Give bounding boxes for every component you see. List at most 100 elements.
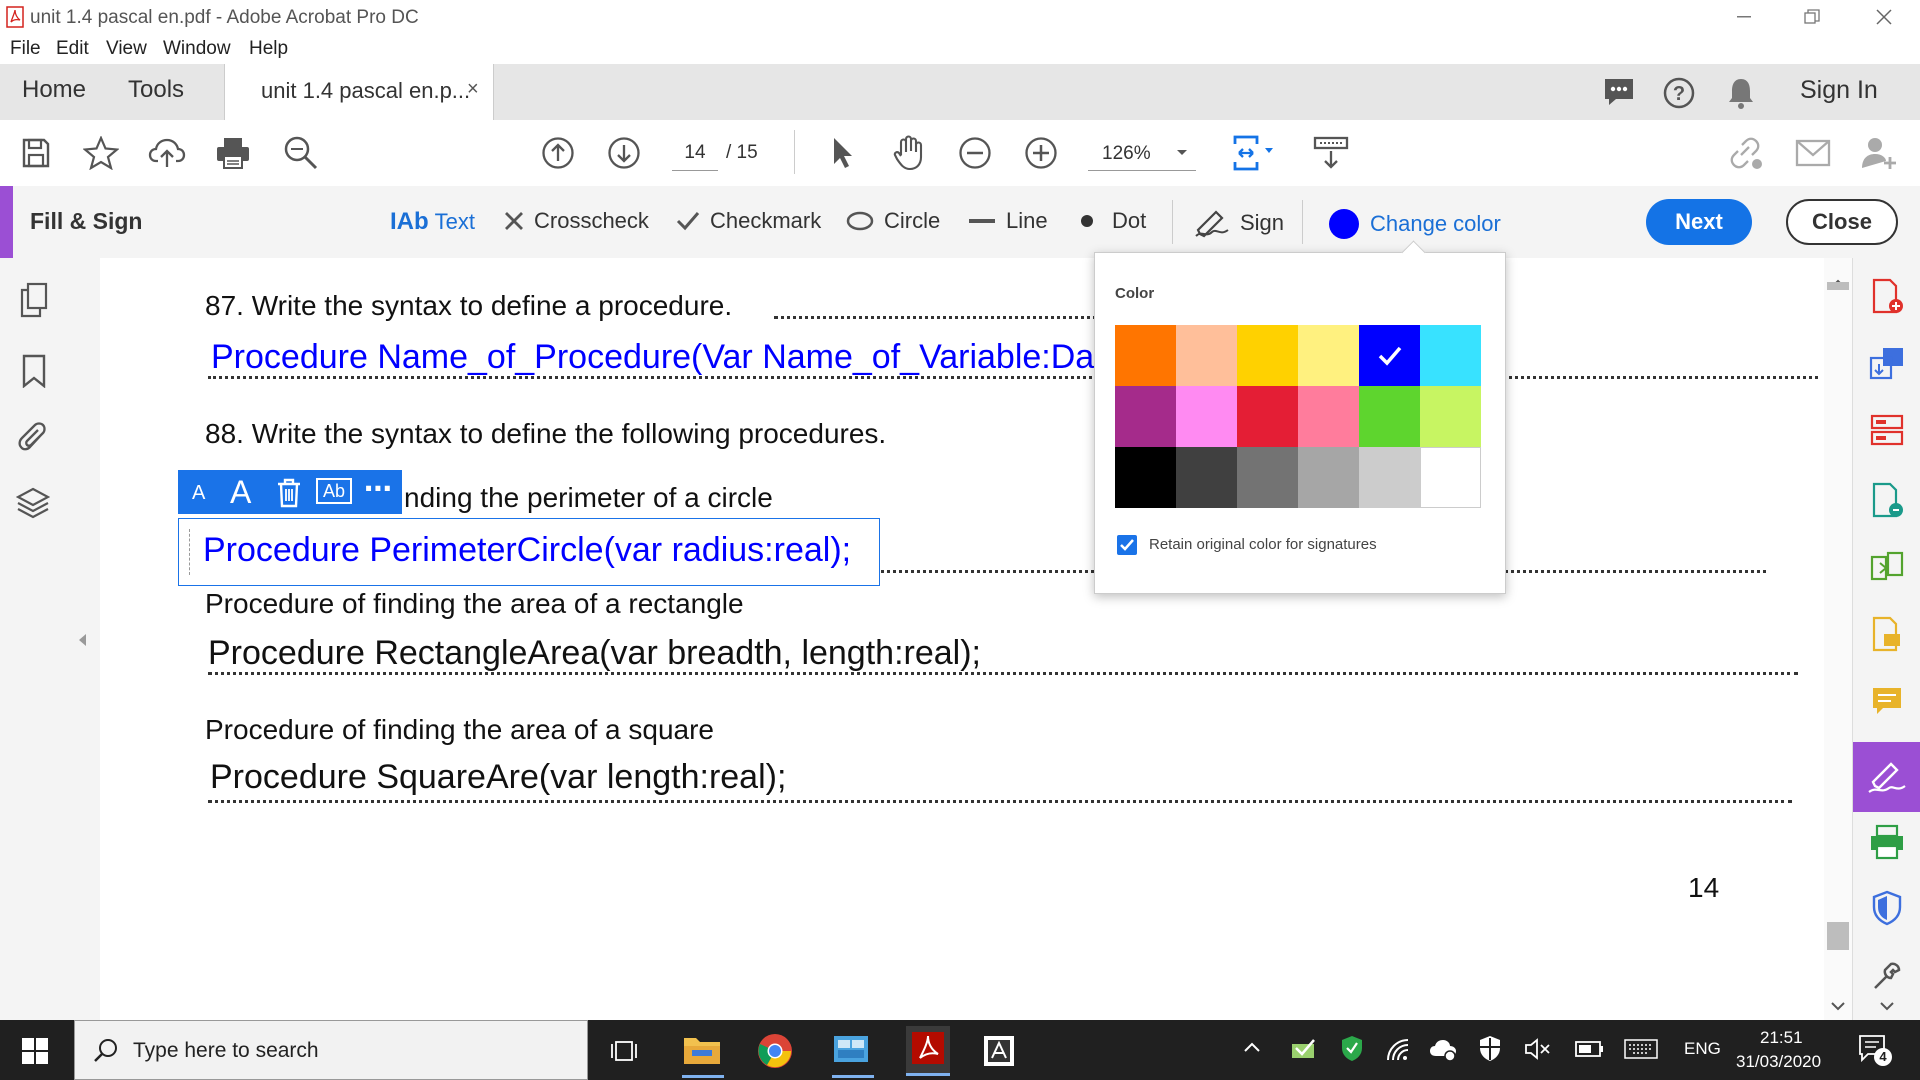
zoom-search-icon[interactable] xyxy=(282,134,320,172)
combine-files-icon[interactable] xyxy=(1867,546,1907,586)
save-icon[interactable] xyxy=(17,134,55,172)
color-swatch[interactable] xyxy=(1298,447,1359,508)
task-view-icon[interactable] xyxy=(610,1038,638,1064)
zoom-out-icon[interactable] xyxy=(956,134,994,172)
collapse-left-panel-icon[interactable] xyxy=(76,632,88,648)
answer-square-text[interactable]: Procedure SquareAre(var length:real); xyxy=(210,758,786,797)
language-indicator[interactable]: ENG xyxy=(1684,1039,1721,1059)
color-swatch[interactable] xyxy=(1237,447,1298,508)
expand-right-panel-icon[interactable] xyxy=(1879,1000,1895,1012)
previous-page-icon[interactable] xyxy=(539,134,577,172)
wifi-icon[interactable] xyxy=(1384,1036,1412,1062)
color-swatch[interactable] xyxy=(1176,325,1237,386)
close-window-button[interactable] xyxy=(1856,0,1912,34)
answer-perimeter-text[interactable]: Procedure PerimeterCircle(var radius:rea… xyxy=(203,531,851,570)
close-tab-button[interactable]: × xyxy=(467,78,479,101)
color-swatch[interactable] xyxy=(1420,386,1481,447)
color-swatch[interactable] xyxy=(1237,386,1298,447)
comment-tool-icon[interactable] xyxy=(1867,614,1907,654)
comment-icon[interactable] xyxy=(1602,76,1636,108)
share-link-icon[interactable] xyxy=(1726,134,1764,172)
export-pdf-icon[interactable] xyxy=(1867,344,1907,384)
fit-page-icon[interactable] xyxy=(1232,134,1280,172)
convert-field-button[interactable]: Ab xyxy=(316,478,352,504)
answer-rectangle-text[interactable]: Procedure RectangleArea(var breadth, len… xyxy=(208,634,981,673)
control-panel-icon[interactable] xyxy=(832,1032,874,1078)
file-explorer-icon[interactable] xyxy=(682,1032,724,1078)
bookmark-star-icon[interactable] xyxy=(82,134,120,172)
menu-view[interactable]: View xyxy=(106,38,147,60)
more-options-button[interactable]: ⋯ xyxy=(364,472,392,505)
add-person-icon[interactable] xyxy=(1860,134,1898,172)
protect-shield-icon[interactable] xyxy=(1867,888,1907,928)
tab-tools[interactable]: Tools xyxy=(128,76,184,104)
checkmark-tool[interactable]: Checkmark xyxy=(676,208,821,234)
notification-bell-icon[interactable] xyxy=(1726,76,1756,110)
answer-87-text[interactable]: Procedure Name_of_Procedure(Var Name_of_… xyxy=(211,338,1162,377)
document-page[interactable]: 87. Write the syntax to define a procedu… xyxy=(100,258,1830,1020)
hand-tool-icon[interactable] xyxy=(890,134,928,172)
tab-home[interactable]: Home xyxy=(22,76,86,104)
clock-time[interactable]: 21:51 xyxy=(1760,1028,1803,1048)
color-swatch[interactable] xyxy=(1115,447,1176,508)
sign-tool[interactable]: Sign xyxy=(1194,208,1284,238)
action-center-icon[interactable]: 4 xyxy=(1858,1034,1892,1066)
change-color-tool[interactable]: Change color xyxy=(1328,208,1501,240)
scroll-down-icon[interactable] xyxy=(1830,1000,1846,1012)
fill-sign-tool-active[interactable] xyxy=(1853,742,1920,812)
menu-help[interactable]: Help xyxy=(249,38,288,60)
keyboard-icon[interactable] xyxy=(1624,1038,1658,1060)
print-production-icon[interactable] xyxy=(1867,822,1907,862)
page-thumbnails-icon[interactable] xyxy=(18,282,50,318)
select-cursor-icon[interactable] xyxy=(824,134,862,172)
crosscheck-tool[interactable]: Crosscheck xyxy=(504,208,649,234)
color-swatch[interactable] xyxy=(1115,386,1176,447)
scroll-mode-icon[interactable] xyxy=(1312,134,1350,172)
color-swatch[interactable] xyxy=(1359,447,1420,508)
chrome-icon[interactable] xyxy=(756,1032,794,1070)
color-swatch[interactable] xyxy=(1420,325,1481,386)
speaker-muted-icon[interactable] xyxy=(1524,1036,1552,1062)
color-swatch-selected[interactable] xyxy=(1359,325,1420,386)
dot-tool[interactable]: Dot xyxy=(1080,208,1146,234)
print-icon[interactable] xyxy=(214,134,252,172)
create-pdf-icon[interactable] xyxy=(1867,276,1907,316)
color-swatch[interactable] xyxy=(1298,386,1359,447)
trash-icon[interactable] xyxy=(276,478,302,508)
menu-edit[interactable]: Edit xyxy=(56,38,89,60)
attachments-icon[interactable] xyxy=(18,420,50,456)
line-tool[interactable]: Line xyxy=(968,208,1048,234)
increase-font-size-button[interactable]: A xyxy=(230,474,251,511)
zoom-select[interactable]: 126% xyxy=(1088,136,1196,171)
pdf-app-icon[interactable] xyxy=(980,1032,1018,1070)
text-tool[interactable]: IAb Text xyxy=(390,208,475,236)
color-swatch[interactable] xyxy=(1176,447,1237,508)
bookmarks-icon[interactable] xyxy=(20,354,48,388)
layers-icon[interactable] xyxy=(16,486,50,520)
next-page-icon[interactable] xyxy=(605,134,643,172)
color-swatch[interactable] xyxy=(1115,325,1176,386)
text-field-selected[interactable]: Procedure PerimeterCircle(var radius:rea… xyxy=(178,518,880,586)
security-check-tray-icon[interactable] xyxy=(1340,1034,1364,1062)
zoom-in-icon[interactable] xyxy=(1022,134,1060,172)
sign-in-link[interactable]: Sign In xyxy=(1800,76,1878,105)
close-button[interactable]: Close xyxy=(1786,199,1898,245)
color-swatch[interactable] xyxy=(1420,447,1481,508)
show-hidden-icons-chevron-icon[interactable] xyxy=(1242,1040,1262,1054)
color-swatch[interactable] xyxy=(1237,325,1298,386)
decrease-font-size-button[interactable]: A xyxy=(192,482,205,505)
defender-shield-icon[interactable] xyxy=(1478,1034,1502,1062)
help-icon[interactable]: ? xyxy=(1662,76,1696,110)
clock-date[interactable]: 31/03/2020 xyxy=(1736,1052,1821,1072)
organize-pages-icon[interactable] xyxy=(1867,410,1907,450)
onedrive-icon[interactable] xyxy=(1428,1036,1458,1062)
taskbar-search-box[interactable]: Type here to search xyxy=(74,1020,588,1080)
menu-window[interactable]: Window xyxy=(163,38,231,60)
vertical-scrollbar[interactable] xyxy=(1824,258,1852,1020)
minimize-button[interactable] xyxy=(1716,0,1772,34)
tab-document[interactable]: unit 1.4 pascal en.p... × xyxy=(224,64,494,121)
color-swatch[interactable] xyxy=(1359,386,1420,447)
email-icon[interactable] xyxy=(1794,134,1832,172)
next-button[interactable]: Next xyxy=(1646,199,1752,245)
page-number-input[interactable]: 14 xyxy=(672,136,718,171)
